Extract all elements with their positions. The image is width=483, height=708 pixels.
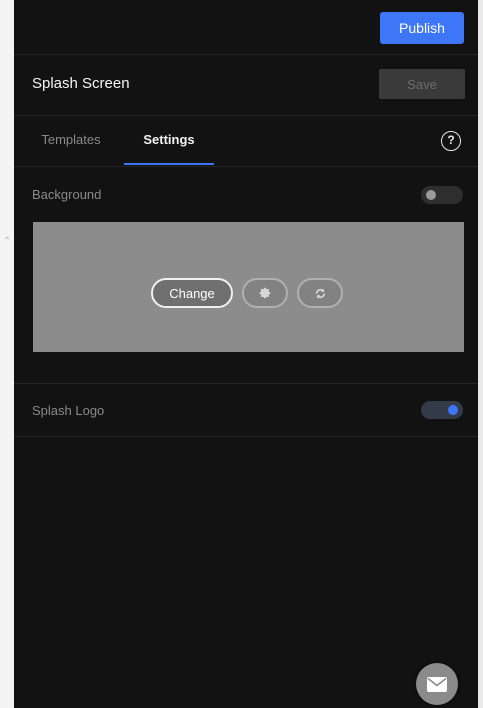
splash-logo-section: Splash Logo [14,384,479,437]
panel-border [478,0,483,708]
toggle-knob [426,190,436,200]
canvas-strip: ⌃ [0,0,14,708]
tab-settings[interactable]: Settings [124,116,214,165]
splash-logo-toggle[interactable] [421,401,463,419]
tab-templates[interactable]: Templates [26,116,116,165]
refresh-icon [315,288,325,298]
tab-bar: Templates Settings ? [14,116,479,167]
background-section: Background Change [14,167,479,384]
chat-button[interactable] [416,663,458,705]
splash-logo-label: Splash Logo [32,403,105,418]
settings-panel: Publish Splash Screen Save Templates Set… [14,0,479,708]
background-reset-button[interactable] [297,278,343,308]
envelope-icon [427,676,447,692]
publish-button[interactable]: Publish [380,12,464,44]
change-background-button[interactable]: Change [151,278,233,308]
top-bar: Publish [14,0,479,55]
background-settings-button[interactable] [242,278,288,308]
app-frame: ⌃ Publish Splash Screen Save Templates S… [0,0,483,708]
save-button[interactable]: Save [379,69,465,99]
chevron-left-icon: ⌃ [3,236,12,247]
background-preview: Change [33,222,464,352]
background-toggle[interactable] [421,186,463,204]
page-title: Splash Screen [32,75,130,92]
gear-icon [259,287,271,299]
background-label: Background [32,187,102,202]
help-circle-icon[interactable]: ? [441,131,461,151]
title-row: Splash Screen Save [14,55,479,116]
toggle-knob [448,405,458,415]
